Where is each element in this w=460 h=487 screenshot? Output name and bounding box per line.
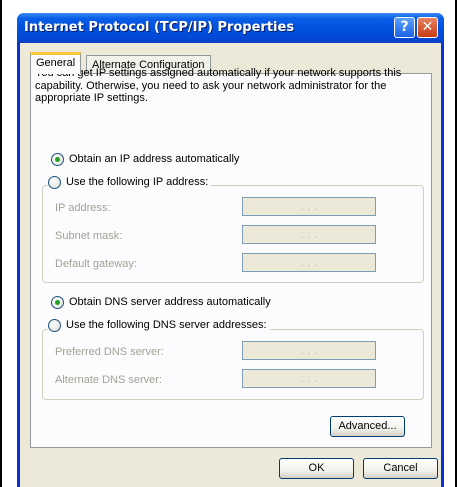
radio-obtain-ip-auto[interactable]: Obtain an IP address automatically <box>51 152 243 166</box>
close-icon: ✕ <box>421 19 434 35</box>
preferred-dns-dots: . . . <box>300 344 318 357</box>
alternate-dns-label: Alternate DNS server: <box>55 374 162 386</box>
radio-button-unselected[interactable] <box>48 175 61 189</box>
preferred-dns-field[interactable]: . . . <box>242 341 376 360</box>
radio-button-selected[interactable] <box>51 152 64 166</box>
preferred-dns-label: Preferred DNS server: <box>55 346 164 358</box>
help-icon: ? <box>400 19 409 35</box>
use-following-dns-label: Use the following DNS server addresses: <box>66 319 267 331</box>
cancel-button[interactable]: Cancel <box>363 458 438 479</box>
advanced-button[interactable]: Advanced... <box>330 416 405 437</box>
obtain-ip-auto-label: Obtain an IP address automatically <box>69 153 240 165</box>
default-gateway-dots: . . . <box>300 256 318 269</box>
tcpip-properties-dialog: Internet Protocol (TCP/IP) Properties ? … <box>17 13 444 487</box>
help-button[interactable]: ? <box>394 17 415 38</box>
alternate-dns-dots: . . . <box>300 372 318 385</box>
radio-dot <box>55 299 60 305</box>
window-title: Internet Protocol (TCP/IP) Properties <box>24 20 295 35</box>
alternate-dns-field[interactable]: . . . <box>242 369 376 388</box>
subnet-mask-label: Subnet mask: <box>55 230 123 242</box>
ip-address-field[interactable]: . . . <box>242 197 376 216</box>
default-gateway-label: Default gateway: <box>55 258 137 270</box>
dns-groupbox <box>42 329 424 400</box>
obtain-dns-auto-label: Obtain DNS server address automatically <box>69 296 271 308</box>
ok-button[interactable]: OK <box>279 458 354 479</box>
tab-general[interactable]: General <box>30 52 82 74</box>
ip-address-label: IP address: <box>55 202 111 214</box>
radio-use-following-dns[interactable]: Use the following DNS server addresses: <box>48 318 270 332</box>
default-gateway-field[interactable]: . . . <box>242 253 376 272</box>
close-button[interactable]: ✕ <box>417 17 438 38</box>
radio-dot <box>55 156 60 162</box>
radio-use-following-ip[interactable]: Use the following IP address: <box>48 175 212 189</box>
use-following-ip-label: Use the following IP address: <box>66 176 209 188</box>
intro-text: You can get IP settings assigned automat… <box>35 67 402 104</box>
subnet-mask-dots: . . . <box>300 228 318 241</box>
left-border-line <box>0 0 2 487</box>
title-bar[interactable]: Internet Protocol (TCP/IP) Properties ? … <box>17 13 444 43</box>
subnet-mask-field[interactable]: . . . <box>242 225 376 244</box>
radio-button-selected[interactable] <box>51 295 64 309</box>
right-border-line <box>455 0 457 487</box>
ip-address-dots: . . . <box>300 200 318 213</box>
radio-obtain-dns-auto[interactable]: Obtain DNS server address automatically <box>51 295 274 309</box>
radio-button-unselected[interactable] <box>48 318 61 332</box>
